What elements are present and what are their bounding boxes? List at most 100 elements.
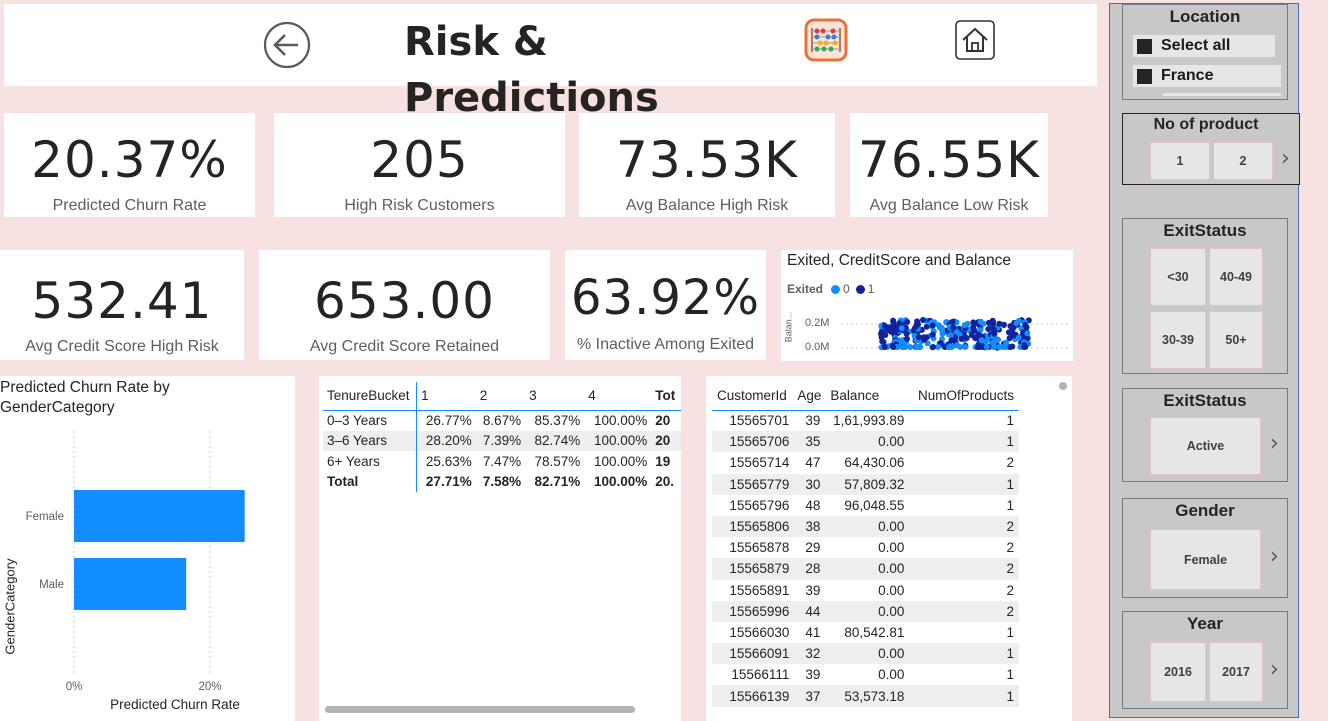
scatter-point[interactable] <box>975 331 982 338</box>
scatter-point[interactable] <box>923 323 930 330</box>
scatter-point[interactable] <box>904 319 911 325</box>
matrix-row[interactable]: 6+ Years 25.63% 7.47% 78.57% 100.00% 19 <box>323 451 681 472</box>
scatter-point[interactable] <box>991 330 998 337</box>
table-row[interactable]: 15565701 39 1,61,993.89 1 <box>712 410 1019 431</box>
scatter-point[interactable] <box>903 330 910 337</box>
scatter-point[interactable] <box>978 337 985 344</box>
scatter-point[interactable] <box>936 324 943 331</box>
chevron-right-icon[interactable]: › <box>1270 544 1279 569</box>
scatter-point[interactable] <box>962 344 969 350</box>
scatter-point[interactable] <box>881 323 888 329</box>
table-row[interactable]: 15565796 48 96,048.55 1 <box>712 495 1019 516</box>
location-option-france[interactable]: France <box>1133 65 1281 87</box>
scatter-point[interactable] <box>1022 322 1029 328</box>
scatter-point[interactable] <box>1013 320 1020 327</box>
year-option-2017[interactable]: 2017 <box>1209 642 1263 702</box>
scatter-point[interactable] <box>983 344 990 350</box>
scatter-point[interactable] <box>985 326 992 332</box>
age-option-under-30[interactable]: <30 <box>1150 248 1206 306</box>
scatter-point[interactable] <box>902 344 908 350</box>
scatter-point[interactable] <box>990 344 997 350</box>
table-row[interactable]: 15566030 41 80,542.81 1 <box>712 622 1019 643</box>
matrix-header[interactable]: 1 <box>416 382 476 411</box>
year-option-2016[interactable]: 2016 <box>1150 642 1206 702</box>
table-row[interactable]: 15565996 44 0.00 2 <box>712 600 1019 622</box>
customer-table-header[interactable]: Balance <box>825 381 910 411</box>
scatter-point[interactable] <box>916 334 922 341</box>
scatter-point[interactable] <box>916 344 923 350</box>
chevron-right-icon[interactable]: › <box>1281 146 1290 171</box>
matrix-total-row[interactable]: Total 27.71% 7.58% 82.71% 100.00% 20. <box>323 471 681 492</box>
customer-table-header[interactable]: Age <box>794 381 826 411</box>
bar-male[interactable] <box>74 558 187 610</box>
matrix-header[interactable]: Tot <box>651 382 681 411</box>
scatter-point[interactable] <box>961 322 968 329</box>
product-option-2[interactable]: 2 <box>1213 142 1273 180</box>
location-scrollbar[interactable] <box>1163 93 1281 96</box>
scatter-point[interactable] <box>996 320 1003 327</box>
age-option-50-plus[interactable]: 50+ <box>1209 311 1263 369</box>
scatter-point[interactable] <box>904 335 910 342</box>
scatter-point[interactable] <box>963 335 970 341</box>
scatter-point[interactable] <box>970 324 977 331</box>
chevron-right-icon[interactable]: › <box>1270 431 1279 456</box>
scatter-point[interactable] <box>929 322 936 329</box>
matrix-header[interactable]: 2 <box>475 382 526 411</box>
scatter-point[interactable] <box>1007 344 1014 350</box>
scatter-point[interactable] <box>958 335 965 342</box>
customer-table-header[interactable]: NumOfProducts <box>909 381 1019 411</box>
table-row[interactable]: 15566111 39 0.00 1 <box>712 664 1019 685</box>
scatter-point[interactable] <box>929 331 936 338</box>
bar-female[interactable] <box>74 490 245 542</box>
scatter-point[interactable] <box>1002 344 1009 350</box>
scatter-point[interactable] <box>890 344 897 350</box>
matrix-header[interactable]: TenureBucket <box>323 382 418 411</box>
age-option-40-49[interactable]: 40-49 <box>1209 248 1263 306</box>
table-row[interactable]: 15565714 47 64,430.06 2 <box>712 452 1019 473</box>
matrix-header[interactable]: 4 <box>584 382 652 411</box>
table-scroll-indicator[interactable] <box>1059 382 1067 390</box>
scatter-point[interactable] <box>1007 323 1014 330</box>
table-row[interactable]: 15566091 32 0.00 1 <box>712 643 1019 665</box>
gender-option-female[interactable]: Female <box>1150 529 1261 590</box>
scatter-point[interactable] <box>920 317 926 323</box>
scatter-point[interactable] <box>950 324 957 331</box>
chevron-right-icon[interactable]: › <box>1270 657 1279 682</box>
scatter-point[interactable] <box>881 344 888 350</box>
scatter-point[interactable] <box>947 332 954 338</box>
matrix-row[interactable]: 0–3 Years 26.77% 8.67% 85.37% 100.00% 20 <box>323 410 681 431</box>
matrix-horizontal-scrollbar[interactable] <box>325 706 635 713</box>
age-option-30-39[interactable]: 30-39 <box>1150 311 1206 369</box>
back-arrow-icon[interactable] <box>262 20 312 70</box>
scatter-point[interactable] <box>888 328 895 335</box>
table-row[interactable]: 15565706 35 0.00 1 <box>712 431 1019 453</box>
scatter-point[interactable] <box>949 318 956 325</box>
matrix-row[interactable]: 3–6 Years 28.20% 7.39% 82.74% 100.00% 20 <box>323 430 681 451</box>
scatter-point[interactable] <box>976 344 983 350</box>
scatter-point[interactable] <box>996 344 1003 350</box>
home-icon[interactable] <box>955 20 995 60</box>
scatter-point[interactable] <box>989 319 996 326</box>
scatter-point[interactable] <box>898 325 905 332</box>
scatter-point[interactable] <box>977 318 984 325</box>
table-row[interactable]: 15565806 38 0.00 2 <box>712 515 1019 538</box>
matrix-header[interactable]: 3 <box>525 382 585 411</box>
exit-status-option-active[interactable]: Active <box>1150 417 1261 475</box>
location-option-select-all[interactable]: Select all <box>1133 35 1275 57</box>
scatter-point[interactable] <box>946 344 953 350</box>
scatter-point[interactable] <box>879 328 886 335</box>
table-row[interactable]: 15565891 39 0.00 2 <box>712 580 1019 601</box>
scatter-point[interactable] <box>1015 334 1022 341</box>
scatter-point[interactable] <box>957 344 964 350</box>
scatter-point[interactable] <box>1021 344 1027 350</box>
customer-table-header[interactable]: CustomerId <box>712 381 795 411</box>
scatter-point[interactable] <box>915 321 921 328</box>
product-option-1[interactable]: 1 <box>1150 142 1210 180</box>
table-row[interactable]: 15565779 30 57,809.32 1 <box>712 473 1019 495</box>
table-row[interactable]: 15565879 28 0.00 2 <box>712 558 1019 580</box>
scatter-point[interactable] <box>1024 330 1031 337</box>
table-row[interactable]: 15565878 29 0.00 2 <box>712 537 1019 558</box>
table-row[interactable]: 15566139 37 53,573.18 1 <box>712 685 1019 707</box>
scatter-point[interactable] <box>930 344 937 350</box>
scatter-point[interactable] <box>948 337 955 344</box>
